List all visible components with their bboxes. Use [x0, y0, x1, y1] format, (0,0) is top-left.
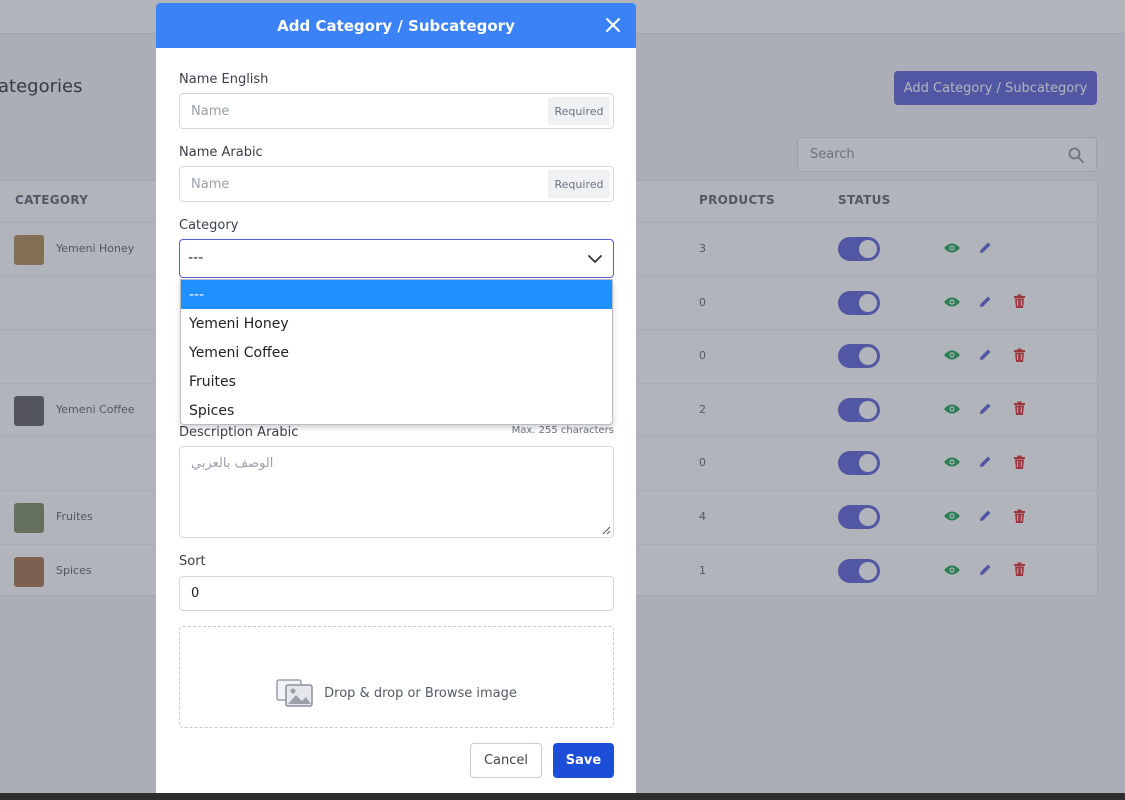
required-badge: Required	[548, 97, 610, 125]
close-icon[interactable]	[602, 14, 624, 36]
resize-handle-icon[interactable]	[601, 525, 611, 535]
image-dropzone[interactable]: Drop & drop or Browse image	[179, 626, 614, 728]
dropdown-option[interactable]: Yemeni Coffee	[181, 338, 612, 367]
bottom-strip	[0, 793, 1125, 800]
description-arabic-field	[179, 446, 614, 538]
name-arabic-label: Name Arabic	[179, 145, 263, 160]
modal-title: Add Category / Subcategory	[277, 16, 515, 35]
category-dropdown: --- Yemeni Honey Yemeni Coffee Fruites Spice…	[180, 279, 613, 425]
modal-header: Add Category / Subcategory	[156, 3, 636, 48]
dropzone-text: Drop & drop or Browse image	[324, 685, 517, 701]
category-select-value: ---	[188, 250, 204, 266]
name-arabic-field: Required	[179, 166, 614, 202]
name-english-input[interactable]	[180, 94, 540, 128]
description-arabic-label: Description Arabic	[179, 425, 299, 440]
add-category-modal: Add Category / Subcategory Name English …	[156, 3, 636, 793]
required-badge: Required	[548, 170, 610, 198]
sort-input[interactable]	[180, 577, 613, 610]
name-english-label: Name English	[179, 72, 269, 87]
save-button[interactable]: Save	[553, 743, 614, 778]
category-select[interactable]: ---	[179, 239, 614, 278]
sort-field	[179, 576, 614, 611]
cancel-button[interactable]: Cancel	[470, 743, 542, 778]
dropdown-option[interactable]: ---	[181, 280, 612, 309]
dropdown-option[interactable]: Spices	[181, 396, 612, 425]
dropzone-content: Drop & drop or Browse image	[276, 679, 517, 707]
name-english-field: Required	[179, 93, 614, 129]
dropdown-option[interactable]: Fruites	[181, 367, 612, 396]
description-arabic-textarea[interactable]	[180, 447, 613, 537]
char-limit-hint: Max. 255 characters	[511, 425, 614, 436]
sort-label: Sort	[179, 554, 206, 569]
image-icon	[276, 679, 313, 707]
name-arabic-input[interactable]	[180, 167, 540, 201]
chevron-down-icon	[588, 255, 602, 263]
dropdown-option[interactable]: Yemeni Honey	[181, 309, 612, 338]
category-label: Category	[179, 218, 239, 233]
